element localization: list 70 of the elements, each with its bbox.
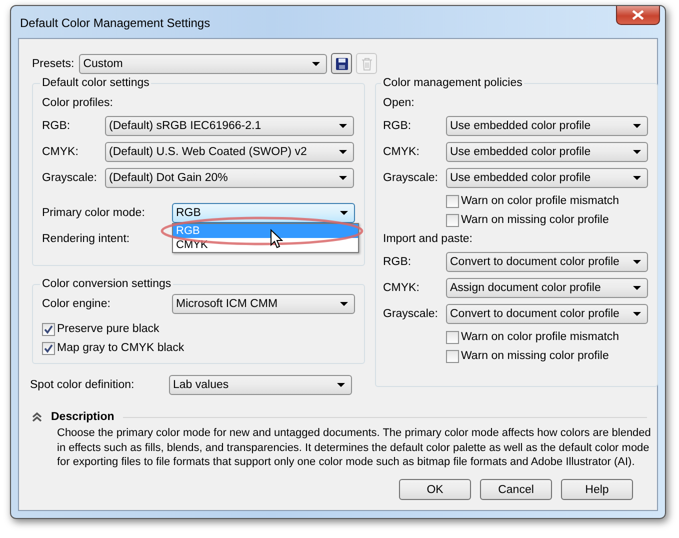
- dropdown-arrow-icon: [633, 286, 641, 290]
- dropdown-arrow-icon: [633, 150, 641, 154]
- checkbox[interactable]: [446, 330, 459, 344]
- field-label: Spot color definition:: [30, 379, 136, 391]
- field-label: Grayscale:: [42, 172, 98, 184]
- close-button[interactable]: [616, 6, 660, 25]
- spot-color-dropdown[interactable]: Lab values: [169, 375, 352, 395]
- checkbox-label: Preserve pure black: [57, 323, 160, 335]
- profile-dropdown[interactable]: (Default) Dot Gain 20%: [105, 168, 354, 188]
- field-label: Color engine:: [42, 298, 112, 310]
- dialog-button[interactable]: Cancel: [480, 479, 552, 500]
- checkbox[interactable]: [446, 194, 459, 208]
- policy-dropdown[interactable]: Use embedded color profile: [446, 168, 648, 188]
- group-title: Color conversion settings: [41, 278, 172, 290]
- dropdown-arrow-icon: [633, 312, 641, 316]
- dropdown-arrow-icon: [339, 150, 347, 154]
- field-label: Primary color mode:: [42, 207, 146, 219]
- field-label: CMYK:: [383, 146, 420, 158]
- checkbox-label: Warn on color profile mismatch: [461, 195, 620, 207]
- window-title: Default Color Management Settings: [20, 16, 210, 30]
- checkbox-label: Warn on missing color profile: [461, 350, 609, 362]
- mouse-pointer-icon: [270, 229, 283, 249]
- dropdown-option[interactable]: CMYK: [173, 238, 358, 252]
- field-label: RGB:: [42, 120, 72, 132]
- field-label: Grayscale:: [383, 308, 439, 320]
- dropdown-arrow-icon: [340, 302, 348, 306]
- presets-label: Presets:: [32, 58, 74, 70]
- checkbox[interactable]: [42, 342, 55, 354]
- policy-dropdown[interactable]: Use embedded color profile: [446, 116, 648, 136]
- checkbox[interactable]: [42, 322, 55, 336]
- section-label: Open:: [383, 97, 416, 109]
- checkbox[interactable]: [446, 350, 459, 362]
- policy-dropdown[interactable]: Assign document color profile: [446, 278, 648, 298]
- dropdown-arrow-icon: [633, 260, 641, 264]
- checkbox-label: Warn on color profile mismatch: [461, 331, 620, 343]
- field-label: Rendering intent:: [42, 233, 131, 245]
- field-label: RGB:: [383, 120, 412, 132]
- description-text: Choose the primary color mode for new and untagged documents. The primary color mode affects how colors are blended in effects such as fills, blends, and transparencies. It determines the default color palette as well as the default color mode for exporting files to file formats that support only one color mode such as bitmap file formats and Adobe Illustrator (AI).: [57, 426, 652, 470]
- save-preset-button[interactable]: [331, 53, 352, 74]
- policy-dropdown[interactable]: Use embedded color profile: [446, 142, 648, 162]
- policy-dropdown[interactable]: Convert to document color profile: [446, 304, 648, 324]
- description-title: Description: [51, 411, 114, 423]
- profile-dropdown[interactable]: (Default) sRGB IEC61966-2.1: [105, 116, 354, 136]
- dropdown-arrow-icon: [312, 62, 320, 66]
- dropdown-arrow-icon: [339, 124, 347, 128]
- dropdown-arrow-icon: [633, 124, 641, 128]
- policy-dropdown[interactable]: Convert to document color profile: [446, 252, 648, 272]
- dialog-button[interactable]: Help: [561, 479, 633, 500]
- checkbox-label: Map gray to CMYK black: [57, 342, 184, 354]
- group-title: Default color settings: [41, 77, 150, 89]
- dropdown-arrow-icon: [633, 176, 641, 180]
- profile-dropdown[interactable]: (Default) U.S. Web Coated (SWOP) v2: [105, 142, 354, 162]
- field-label: CMYK:: [42, 146, 80, 158]
- checkbox-label: Warn on missing color profile: [461, 214, 609, 226]
- close-icon: [632, 10, 644, 20]
- field-label: Grayscale:: [383, 172, 439, 184]
- trash-icon: [360, 56, 373, 70]
- dialog-button[interactable]: OK: [399, 479, 471, 500]
- section-label: Import and paste:: [383, 233, 474, 245]
- engine-dropdown[interactable]: Microsoft ICM CMM: [172, 294, 355, 314]
- field-label: RGB:: [383, 256, 412, 268]
- checkbox[interactable]: [446, 214, 459, 226]
- field-label: CMYK:: [383, 282, 420, 294]
- collapse-icon[interactable]: [32, 412, 42, 422]
- dropdown-arrow-icon: [339, 176, 347, 180]
- presets-dropdown[interactable]: Custom: [79, 54, 328, 74]
- dropdown-arrow-icon: [337, 383, 345, 387]
- section-label: Color profiles:: [42, 97, 114, 109]
- group-title: Color management policies: [382, 77, 524, 89]
- dropdown-arrow-icon: [340, 211, 348, 215]
